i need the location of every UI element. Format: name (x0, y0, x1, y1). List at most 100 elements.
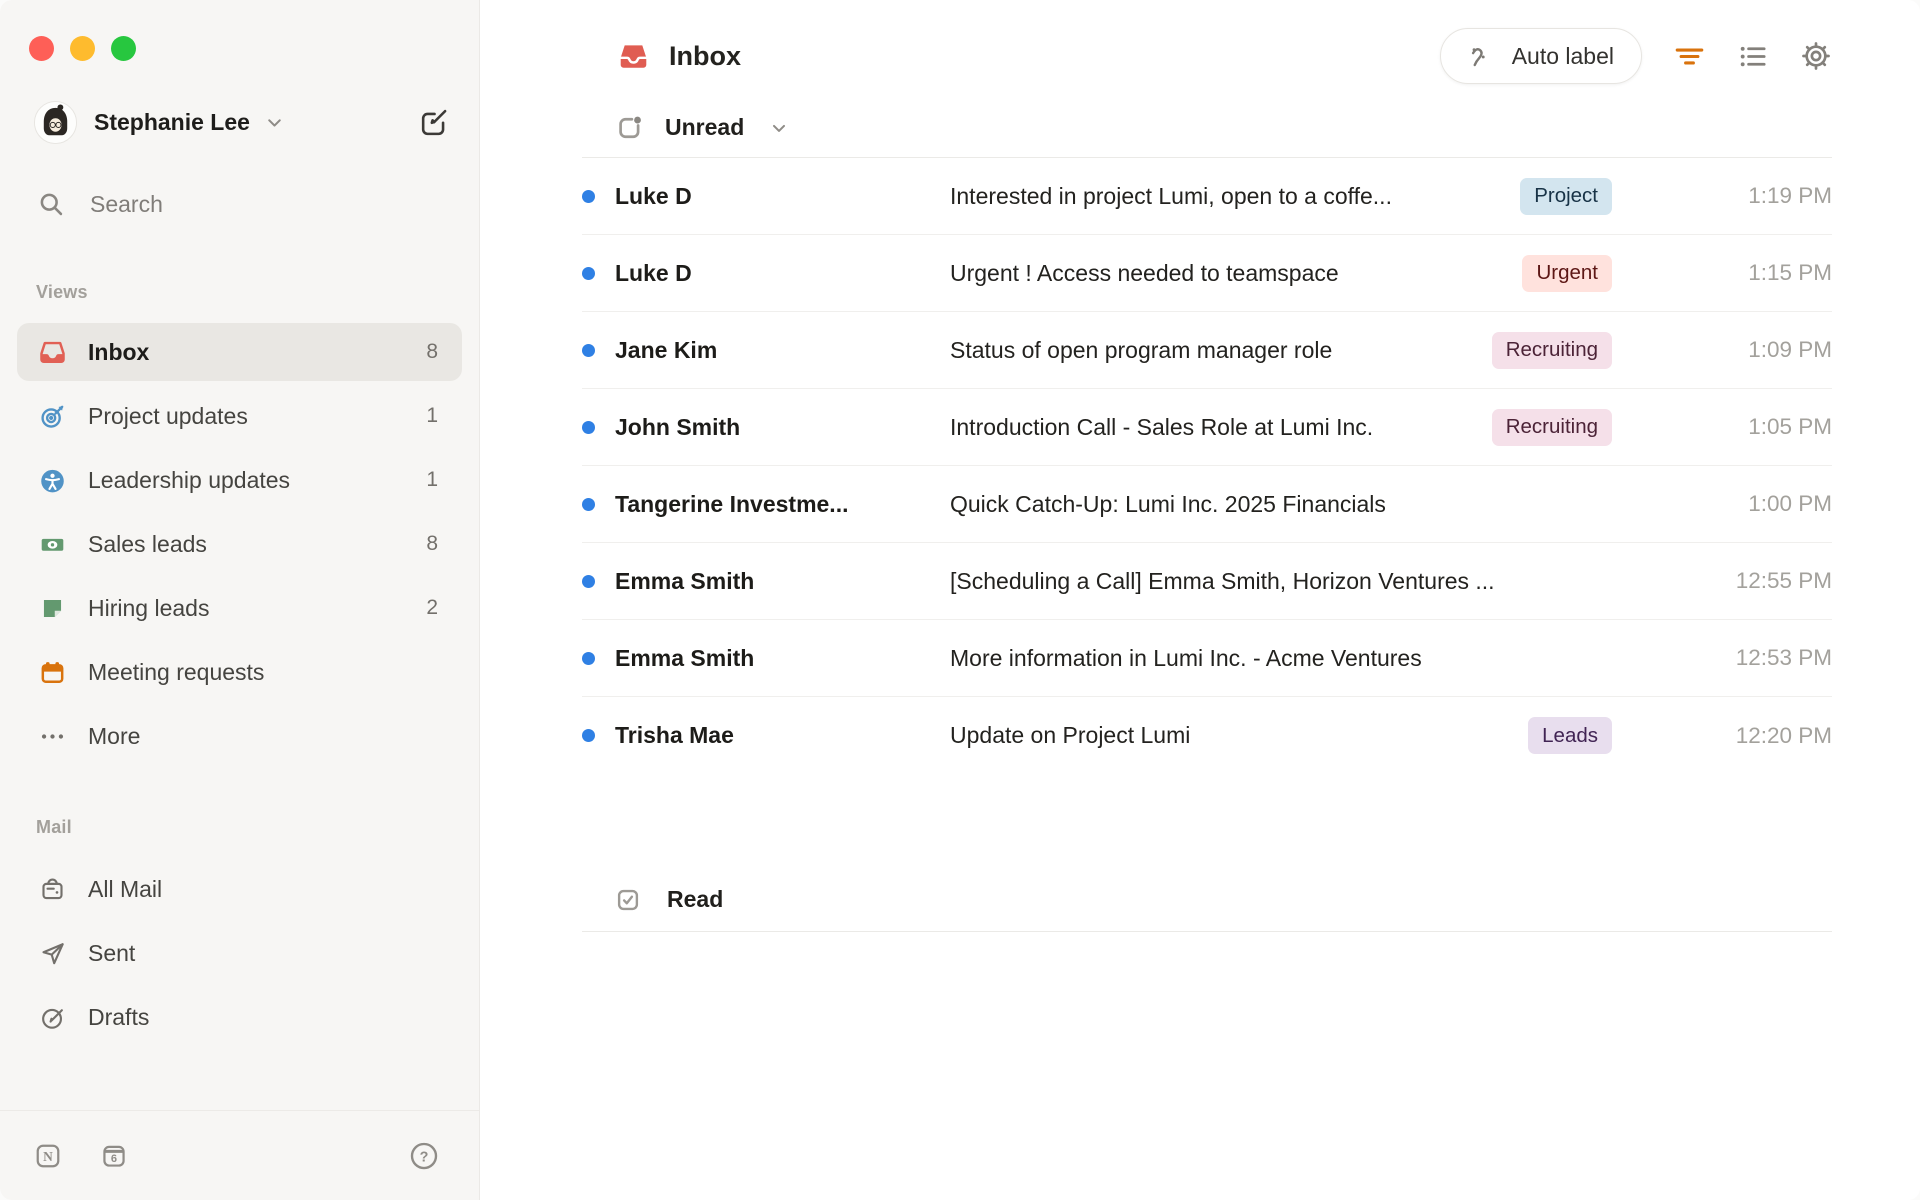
email-subject: Urgent ! Access needed to teamspace (950, 259, 1339, 286)
draft-icon (39, 1004, 66, 1031)
sidebar-item-project-updates[interactable]: Project updates 1 (17, 387, 462, 445)
sidebar-item-label: More (88, 722, 141, 749)
svg-text:?: ? (420, 1149, 429, 1165)
email-tag[interactable]: Urgent (1522, 254, 1612, 292)
email-sender: Emma Smith (615, 644, 755, 671)
sidebar-item-drafts[interactable]: Drafts (17, 988, 462, 1046)
svg-text:N: N (43, 1149, 53, 1164)
email-row[interactable]: John Smith Introduction Call - Sales Rol… (582, 389, 1832, 466)
email-tag[interactable]: Project (1520, 177, 1612, 215)
calendar-icon (39, 659, 66, 686)
unread-dot (582, 729, 595, 742)
sidebar-item-label: All Mail (88, 875, 163, 902)
close-window-button[interactable] (29, 36, 54, 61)
sidebar: Stephanie Lee Search Views Inbox 8 Proje… (0, 0, 480, 1200)
chevron-down-icon[interactable] (769, 118, 789, 138)
main-panel: Inbox Auto label Unread Luke D Intereste… (480, 0, 1920, 1200)
settings-gear-icon[interactable] (1800, 40, 1832, 72)
calendar-date-icon[interactable]: 6 (100, 1142, 128, 1170)
send-icon (39, 940, 66, 967)
svg-text:6: 6 (111, 1153, 117, 1165)
unread-section-label: Unread (665, 114, 745, 140)
sidebar-item-all-mail[interactable]: All Mail (17, 860, 462, 918)
sidebar-item-label: Inbox (88, 338, 150, 365)
avatar (34, 100, 77, 144)
email-time: 12:53 PM (1735, 645, 1832, 670)
search-input[interactable]: Search (37, 190, 449, 218)
sidebar-item-count: 1 (426, 468, 438, 491)
minimize-window-button[interactable] (70, 36, 95, 61)
window-controls (29, 36, 136, 61)
email-subject: Interested in project Lumi, open to a co… (950, 182, 1392, 209)
email-time: 1:19 PM (1748, 183, 1832, 208)
email-sender: Luke D (615, 182, 692, 209)
email-time: 1:09 PM (1748, 337, 1832, 362)
notion-logo-icon[interactable]: N (34, 1142, 62, 1170)
email-tag[interactable]: Recruiting (1491, 408, 1612, 446)
email-row[interactable]: Tangerine Investme... Quick Catch-Up: Lu… (582, 466, 1832, 543)
sidebar-footer: N 6 ? (0, 1110, 479, 1200)
filter-icon[interactable] (1674, 41, 1705, 72)
sidebar-item-inbox[interactable]: Inbox 8 (17, 323, 462, 381)
sidebar-item-count: 8 (426, 532, 438, 555)
help-icon[interactable]: ? (409, 1141, 439, 1171)
email-row[interactable]: Trisha Mae Update on Project Lumi Leads … (582, 697, 1832, 774)
sidebar-item-count: 8 (426, 340, 438, 363)
sidebar-item-label: Leadership updates (88, 466, 291, 493)
sidebar-item-label: Sales leads (88, 530, 207, 557)
unread-dot (582, 266, 595, 280)
email-subject: Quick Catch-Up: Lumi Inc. 2025 Financial… (950, 490, 1386, 517)
email-time: 1:05 PM (1748, 414, 1832, 439)
app-window: Stephanie Lee Search Views Inbox 8 Proje… (0, 0, 1920, 1200)
email-subject: Status of open program manager role (950, 336, 1333, 363)
email-sender: John Smith (615, 413, 741, 440)
email-tag[interactable]: Recruiting (1491, 331, 1612, 369)
sidebar-item-leadership-updates[interactable]: Leadership updates 1 (17, 451, 462, 509)
sidebar-item-count: 1 (426, 404, 438, 427)
chevron-down-icon (264, 112, 285, 133)
unread-dot (582, 651, 595, 665)
email-row[interactable]: Luke D Urgent ! Access needed to teamspa… (582, 235, 1832, 312)
email-sender: Jane Kim (615, 336, 718, 363)
email-subject: Introduction Call - Sales Role at Lumi I… (950, 413, 1374, 440)
sidebar-item-label: Meeting requests (88, 658, 265, 685)
email-row[interactable]: Luke D Interested in project Lumi, open … (582, 158, 1832, 235)
auto-label-button[interactable]: Auto label (1439, 28, 1642, 84)
main-header: Inbox Auto label (582, 28, 1832, 84)
section-header-mail: Mail (36, 817, 72, 837)
sidebar-item-sales-leads[interactable]: Sales leads 8 (17, 515, 462, 573)
unread-dot (582, 343, 595, 357)
target-icon (39, 403, 66, 430)
inbox-icon (39, 339, 66, 366)
unread-dot (582, 420, 595, 434)
unread-square-icon (615, 114, 643, 142)
compose-icon[interactable] (418, 107, 449, 138)
list-view-icon[interactable] (1737, 41, 1768, 72)
sidebar-item-label: Project updates (88, 402, 248, 429)
zoom-window-button[interactable] (111, 36, 136, 61)
sidebar-item-label: Drafts (88, 1003, 150, 1030)
sidebar-item-hiring-leads[interactable]: Hiring leads 2 (17, 579, 462, 637)
email-time: 12:20 PM (1735, 722, 1832, 748)
views-nav: Inbox 8 Project updates 1 Leadership upd… (0, 323, 479, 771)
sidebar-item-label: Hiring leads (88, 594, 210, 621)
ellipsis-icon (39, 723, 66, 750)
email-sender: Emma Smith (615, 567, 755, 594)
email-subject: Update on Project Lumi (950, 722, 1191, 748)
account-switcher[interactable]: Stephanie Lee (34, 100, 449, 144)
unread-section-header[interactable]: Unread (582, 98, 1832, 158)
email-row[interactable]: Jane Kim Status of open program manager … (582, 312, 1832, 389)
email-time: 12:55 PM (1735, 568, 1832, 593)
sidebar-item-meeting-requests[interactable]: Meeting requests (17, 643, 462, 701)
sidebar-item-more[interactable]: More (17, 707, 462, 765)
email-tag[interactable]: Leads (1528, 717, 1612, 754)
email-subject: More information in Lumi Inc. - Acme Ven… (950, 644, 1422, 671)
read-section-label: Read (667, 886, 724, 912)
read-section-header[interactable]: Read (582, 868, 1832, 932)
mailbox-icon (39, 876, 66, 903)
email-row[interactable]: Emma Smith [Scheduling a Call] Emma Smit… (582, 543, 1832, 620)
email-row[interactable]: Emma Smith More information in Lumi Inc.… (582, 620, 1832, 697)
unread-dot (582, 189, 595, 203)
sidebar-item-sent[interactable]: Sent (17, 924, 462, 982)
mail-nav: All Mail Sent Drafts (0, 860, 479, 1052)
